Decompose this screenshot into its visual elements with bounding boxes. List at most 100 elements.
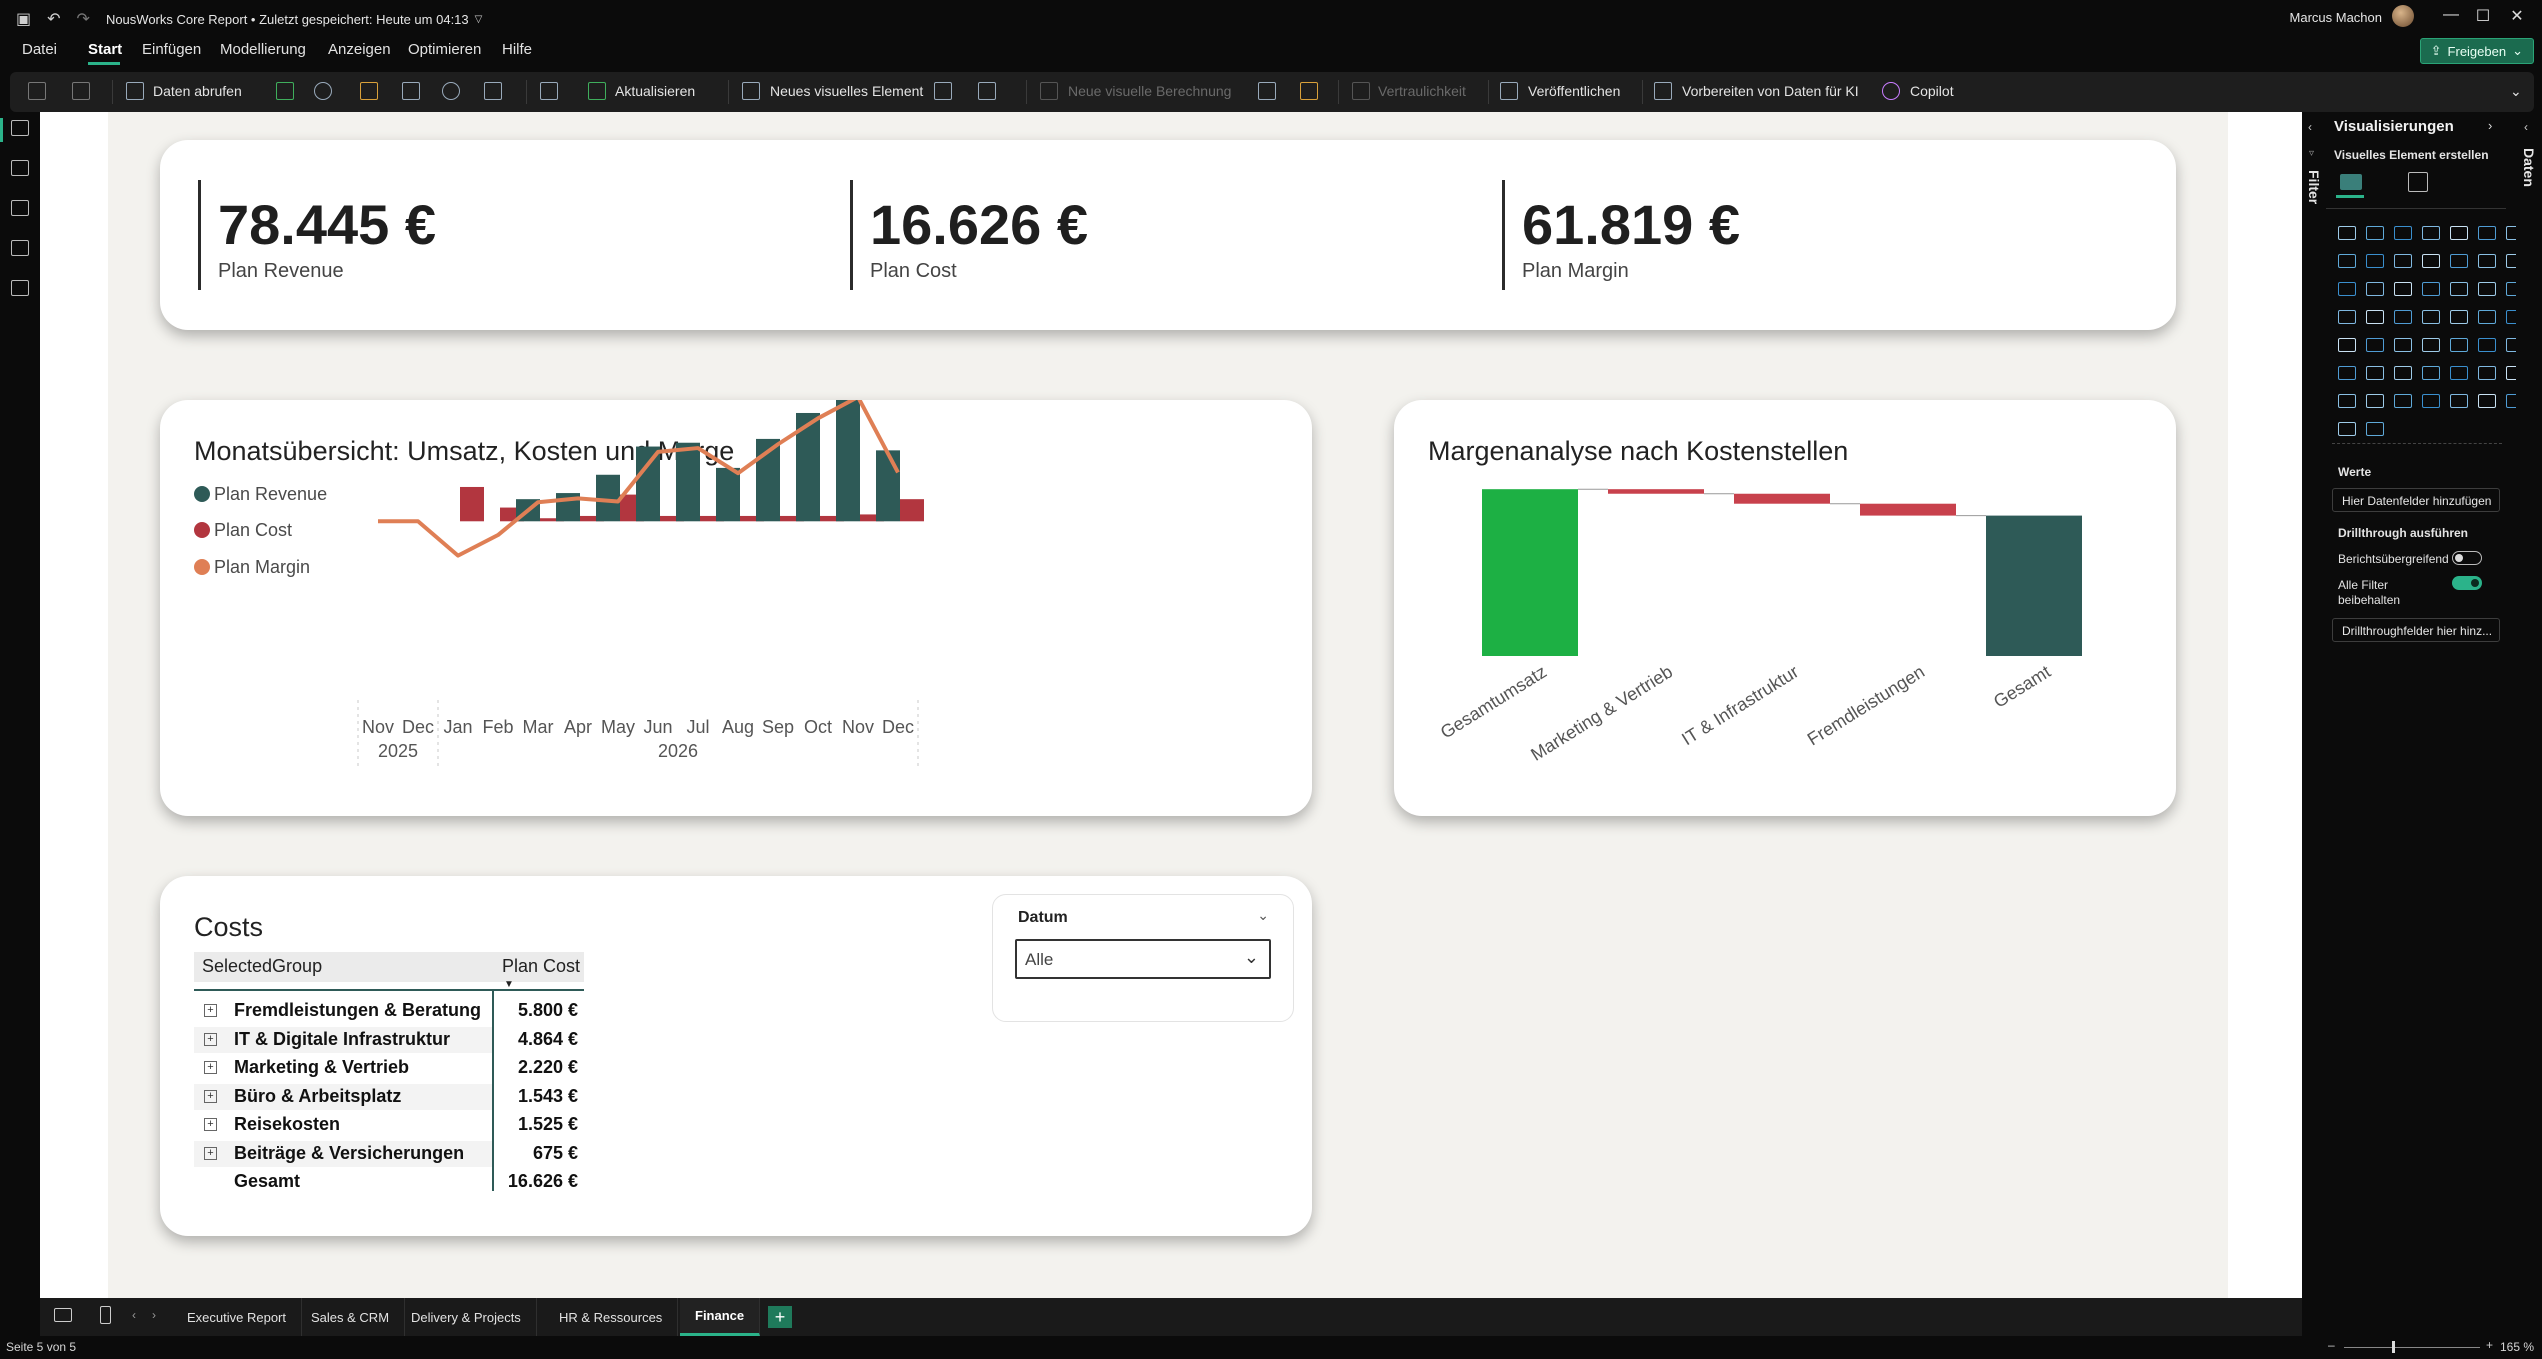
close-icon[interactable]: ✕	[2502, 6, 2532, 26]
chevron-down-icon[interactable]: ▽	[475, 14, 483, 25]
table-row-label[interactable]: Beiträge & Versicherungen	[234, 1143, 464, 1164]
menu-optimieren[interactable]: Optimieren	[408, 41, 481, 58]
expand-row-icon[interactable]: +	[204, 1032, 217, 1046]
tmdl-view-icon[interactable]	[11, 280, 29, 296]
visual-type-icon[interactable]	[2450, 394, 2468, 408]
share-button[interactable]: ⇪ Freigeben ⌄	[2419, 38, 2534, 64]
excel-icon[interactable]	[276, 82, 294, 100]
monthly-chart-card[interactable]: Monatsübersicht: Umsatz, Kosten und Marg…	[160, 400, 1312, 816]
publish-button[interactable]: Veröffentlichen	[1528, 83, 1620, 99]
data-pane-label[interactable]: Daten	[2521, 148, 2537, 187]
visual-type-icon[interactable]	[2394, 338, 2412, 352]
visual-type-icon[interactable]	[2422, 338, 2440, 352]
visual-type-icon[interactable]	[2394, 394, 2412, 408]
expand-row-icon[interactable]: +	[204, 1061, 217, 1074]
visual-type-icon[interactable]	[2394, 226, 2412, 240]
visual-type-icon[interactable]	[2338, 338, 2356, 352]
table-row-label[interactable]: Marketing & Vertrieb	[234, 1057, 409, 1078]
more-visuals-icon[interactable]	[978, 82, 996, 100]
menu-einfuegen[interactable]: Einfügen	[142, 41, 201, 58]
tab-hr-ressources[interactable]: HR & Ressources	[544, 1298, 679, 1336]
zoom-in-icon[interactable]: +	[2486, 1338, 2493, 1352]
visual-type-icon[interactable]	[2338, 254, 2356, 268]
menu-datei[interactable]: Datei	[22, 41, 57, 58]
expand-row-icon[interactable]: +	[204, 1004, 217, 1017]
table-row-label[interactable]: Reisekosten	[234, 1114, 340, 1135]
monthly-chart[interactable]: Nov Dec Jan Feb Mar Apr May Jun Jul Aug Sep Oct Nov D…	[160, 400, 1312, 816]
visual-type-icon[interactable]	[2366, 394, 2384, 408]
visual-type-icon[interactable]	[2366, 254, 2384, 268]
next-page-icon[interactable]: ›	[152, 1308, 156, 1322]
collapse-icon[interactable]: ‹	[2308, 120, 2312, 134]
table-row-label[interactable]: Büro & Arbeitsplatz	[234, 1086, 401, 1107]
visual-type-icon[interactable]	[2366, 422, 2384, 436]
tab-finance[interactable]: Finance	[680, 1298, 761, 1336]
visual-type-icon[interactable]	[2450, 226, 2468, 240]
visual-type-icon[interactable]	[2366, 282, 2384, 296]
collapse-icon[interactable]: ‹	[2524, 120, 2528, 134]
format-painter-icon[interactable]	[72, 82, 90, 100]
data-pane-collapsed[interactable]: ‹ Daten	[2516, 112, 2542, 1298]
prev-page-icon[interactable]: ‹	[132, 1308, 136, 1322]
zoom-level[interactable]: 165 %	[2500, 1340, 2534, 1354]
table-view-icon[interactable]	[11, 160, 29, 176]
chevron-down-icon[interactable]: ⌄	[1257, 907, 1269, 924]
visual-type-icon[interactable]	[2422, 282, 2440, 296]
visual-type-icon[interactable]	[2478, 310, 2496, 324]
avatar[interactable]	[2392, 5, 2414, 27]
build-visual-tab[interactable]	[2336, 168, 2364, 198]
visual-type-icon[interactable]	[2338, 226, 2356, 240]
keep-filters-toggle[interactable]	[2452, 576, 2482, 590]
visual-type-icon[interactable]	[2478, 338, 2496, 352]
kpi-card[interactable]: 78.445 € Plan Revenue 16.626 € Plan Cost…	[160, 140, 2176, 330]
report-view-icon[interactable]	[11, 120, 29, 136]
dax-view-icon[interactable]	[11, 240, 29, 256]
visual-type-icon[interactable]	[2366, 310, 2384, 324]
visual-type-icon[interactable]	[2450, 254, 2468, 268]
drillthrough-drop-zone[interactable]: Drillthroughfelder hier hinz...	[2332, 618, 2500, 642]
visual-type-icon[interactable]	[2338, 310, 2356, 324]
expand-row-icon[interactable]: +	[204, 1089, 217, 1103]
format-visual-icon[interactable]	[2408, 172, 2428, 192]
dataverse-icon[interactable]	[442, 82, 460, 100]
visual-type-icon[interactable]	[2450, 366, 2468, 380]
collapse-ribbon-icon[interactable]: ⌄	[2510, 83, 2522, 100]
visual-type-icon[interactable]	[2338, 282, 2356, 296]
visual-type-icon[interactable]	[2422, 394, 2440, 408]
enter-data-icon[interactable]	[402, 82, 420, 100]
menu-hilfe[interactable]: Hilfe	[502, 41, 532, 58]
menu-anzeigen[interactable]: Anzeigen	[328, 41, 391, 58]
waterfall-chart-card[interactable]: Margenanalyse nach Kostenstellen Gesamtu…	[1394, 400, 2176, 816]
visual-type-icon[interactable]	[2478, 394, 2496, 408]
table-row-label[interactable]: Fremdleistungen & Beratung	[234, 1000, 481, 1021]
new-visual-button[interactable]: Neues visuelles Element	[770, 83, 923, 99]
menu-modellierung[interactable]: Modellierung	[220, 41, 306, 58]
recent-sources-icon[interactable]	[484, 82, 502, 100]
table-row-label[interactable]: IT & Digitale Infrastruktur	[234, 1029, 450, 1050]
column-header-plan-cost[interactable]: Plan Cost	[502, 956, 580, 977]
get-data-button[interactable]: Daten abrufen	[153, 83, 242, 99]
transform-data-icon[interactable]	[540, 82, 558, 100]
column-header-selectedgroup[interactable]: SelectedGroup	[202, 956, 322, 977]
cross-report-toggle[interactable]	[2452, 551, 2482, 565]
visual-type-icon[interactable]	[2422, 226, 2440, 240]
visual-type-icon[interactable]	[2450, 310, 2468, 324]
filter-pane-collapsed[interactable]: ‹ ▿ Filter	[2302, 112, 2326, 1298]
visual-type-icon[interactable]	[2422, 254, 2440, 268]
tab-delivery-projects[interactable]: Delivery & Projects	[396, 1298, 537, 1336]
visual-type-icon[interactable]	[2366, 366, 2384, 380]
expand-row-icon[interactable]: +	[204, 1118, 217, 1131]
model-view-icon[interactable]	[11, 200, 29, 216]
zoom-out-icon[interactable]: –	[2328, 1338, 2335, 1352]
menu-start[interactable]: Start	[88, 41, 122, 58]
zoom-slider-thumb[interactable]	[2392, 1341, 2395, 1353]
visual-type-icon[interactable]	[2478, 226, 2496, 240]
expand-row-icon[interactable]: +	[204, 1146, 217, 1160]
visual-type-icon[interactable]	[2450, 338, 2468, 352]
visual-type-icon[interactable]	[2366, 338, 2384, 352]
filter-pane-label[interactable]: Filter	[2306, 170, 2322, 204]
visual-type-icon[interactable]	[2478, 254, 2496, 268]
add-page-button[interactable]: +	[768, 1306, 792, 1328]
prepare-ai-button[interactable]: Vorbereiten von Daten für KI	[1682, 83, 1859, 99]
quick-measure-icon[interactable]	[1300, 82, 1318, 100]
